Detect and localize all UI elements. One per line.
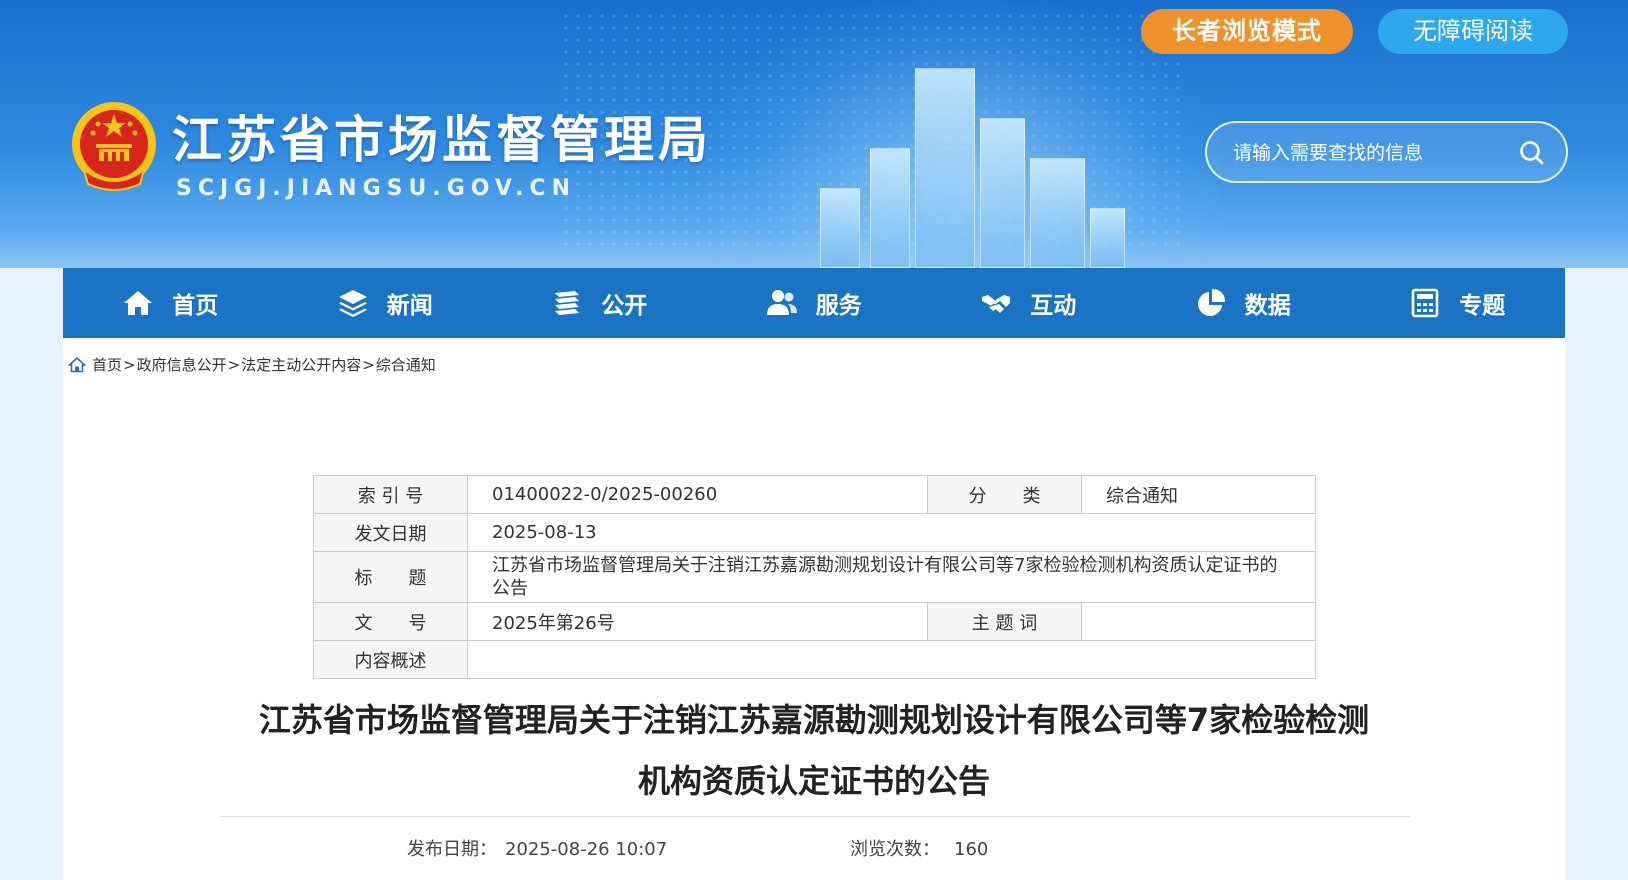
banner-building bbox=[870, 148, 910, 268]
nav-item-topic[interactable]: 专题 bbox=[1350, 268, 1565, 338]
nav-item-public[interactable]: 公开 bbox=[492, 268, 707, 338]
index-value: 01400022-0/2025-00260 bbox=[467, 475, 928, 514]
home-icon bbox=[124, 291, 153, 315]
nav-item-label: 服务 bbox=[815, 293, 862, 319]
banner-building bbox=[980, 118, 1025, 268]
date-value: 2025-08-13 bbox=[467, 513, 1316, 552]
category-label: 分 类 bbox=[927, 475, 1082, 514]
main-nav: 首页 新闻 公开 服务 互动 数据 专题 bbox=[63, 268, 1565, 338]
keywords-label: 主 题 词 bbox=[927, 602, 1082, 641]
search-input[interactable] bbox=[1233, 137, 1503, 169]
document-info-table: 索 引 号 01400022-0/2025-00260 分 类 综合通知 发文日… bbox=[313, 475, 1316, 679]
breadcrumb-link-home[interactable]: 首页 bbox=[92, 354, 122, 375]
main-content: 首页 > 政府信息公开 > 法定主动公开内容 > 综合通知 索 引 号 0140… bbox=[63, 338, 1565, 880]
layers-icon bbox=[338, 290, 367, 317]
breadcrumb: 首页 > 政府信息公开 > 法定主动公开内容 > 综合通知 bbox=[68, 354, 436, 375]
accessible-reading-button[interactable]: 无障碍阅读 bbox=[1378, 9, 1568, 54]
nav-item-label: 公开 bbox=[601, 293, 648, 319]
calculator-icon bbox=[1411, 288, 1439, 318]
nav-item-label: 互动 bbox=[1030, 293, 1077, 319]
breadcrumb-link-gov-info[interactable]: 政府信息公开 bbox=[137, 354, 227, 375]
table-row: 发文日期 2025-08-13 bbox=[313, 513, 1316, 552]
publish-date: 发布日期： 2025-08-26 10:07 bbox=[407, 835, 667, 861]
pie-chart-icon bbox=[1197, 288, 1225, 316]
index-label: 索 引 号 bbox=[313, 475, 468, 514]
category-value: 综合通知 bbox=[1081, 475, 1316, 514]
search-icon[interactable] bbox=[1516, 137, 1548, 169]
nav-item-service[interactable]: 服务 bbox=[707, 268, 922, 338]
view-count-label: 浏览次数： bbox=[850, 839, 940, 860]
article-title-line: 机构资质认定证书的公告 bbox=[637, 762, 990, 800]
article-title: 江苏省市场监督管理局关于注销江苏嘉源勘测规划设计有限公司等7家检验检测 机构资质… bbox=[163, 690, 1465, 812]
banner-building bbox=[820, 188, 860, 268]
banner-building bbox=[915, 68, 975, 268]
search-box bbox=[1205, 121, 1568, 183]
table-row: 索 引 号 01400022-0/2025-00260 分 类 综合通知 bbox=[313, 475, 1316, 514]
nav-item-news[interactable]: 新闻 bbox=[278, 268, 493, 338]
nav-item-interaction[interactable]: 互动 bbox=[921, 268, 1136, 338]
breadcrumb-separator: > bbox=[362, 355, 375, 374]
nav-item-label: 新闻 bbox=[386, 293, 433, 319]
article-title-line: 江苏省市场监督管理局关于注销江苏嘉源勘测规划设计有限公司等7家检验检测 bbox=[258, 701, 1370, 739]
header-banner: 江苏省市场监督管理局 SCJGJ.JIANGSU.GOV.CN 长者浏览模式 无… bbox=[0, 0, 1628, 268]
table-row: 文 号 2025年第26号 主 题 词 bbox=[313, 602, 1316, 641]
table-row: 内容概述 bbox=[313, 640, 1316, 679]
handshake-icon bbox=[982, 295, 1011, 313]
view-count-value: 160 bbox=[954, 839, 989, 860]
banner-building bbox=[1030, 158, 1085, 268]
home-icon bbox=[68, 356, 86, 372]
summary-label: 内容概述 bbox=[313, 640, 468, 679]
title-label: 标 题 bbox=[313, 551, 468, 603]
view-count: 浏览次数： 160 bbox=[850, 835, 988, 861]
publish-date-value: 2025-08-26 10:07 bbox=[505, 839, 668, 860]
people-icon bbox=[766, 290, 797, 315]
nav-item-data[interactable]: 数据 bbox=[1136, 268, 1351, 338]
summary-value bbox=[467, 640, 1316, 679]
date-label: 发文日期 bbox=[313, 513, 468, 552]
breadcrumb-link-notice[interactable]: 综合通知 bbox=[376, 354, 436, 375]
banner-building bbox=[1090, 208, 1125, 268]
national-emblem-icon bbox=[72, 102, 156, 191]
books-icon bbox=[555, 291, 580, 315]
divider bbox=[220, 816, 1410, 817]
keywords-value bbox=[1081, 602, 1316, 641]
doc-number-value: 2025年第26号 bbox=[467, 602, 928, 641]
doc-number-label: 文 号 bbox=[313, 602, 468, 641]
site-title: 江苏省市场监督管理局 bbox=[172, 111, 712, 169]
publish-date-label: 发布日期： bbox=[407, 839, 497, 860]
table-row: 标 题 江苏省市场监督管理局关于注销江苏嘉源勘测规划设计有限公司等7家检验检测机… bbox=[313, 551, 1316, 603]
nav-item-label: 专题 bbox=[1459, 293, 1506, 319]
breadcrumb-separator: > bbox=[227, 355, 241, 374]
breadcrumb-link-statutory[interactable]: 法定主动公开内容 bbox=[241, 354, 361, 375]
title-value: 江苏省市场监督管理局关于注销江苏嘉源勘测规划设计有限公司等7家检验检测机构资质认… bbox=[467, 551, 1316, 603]
site-domain: SCJGJ.JIANGSU.GOV.CN bbox=[176, 176, 576, 201]
nav-item-home[interactable]: 首页 bbox=[63, 268, 278, 338]
nav-item-label: 数据 bbox=[1244, 293, 1291, 319]
breadcrumb-separator: > bbox=[123, 355, 136, 374]
elder-mode-button[interactable]: 长者浏览模式 bbox=[1141, 9, 1353, 54]
nav-item-label: 首页 bbox=[172, 293, 219, 319]
